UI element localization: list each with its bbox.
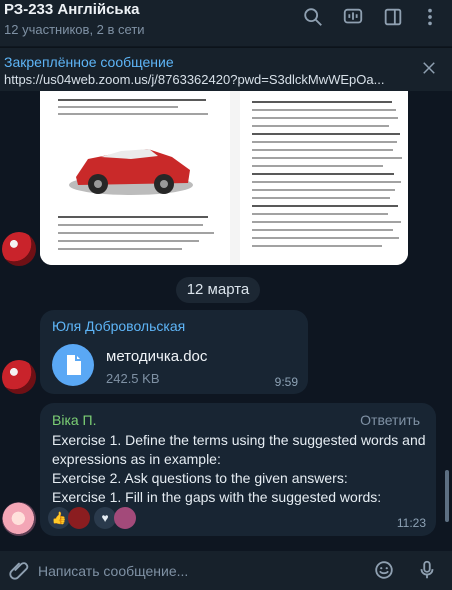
worksheet-preview-left [40, 91, 230, 265]
worksheet-preview-right [240, 91, 408, 265]
message-input[interactable] [36, 559, 360, 583]
chat-subtitle: 12 участников, 2 в сети [4, 22, 145, 37]
message-text-line: expressions as in example: [52, 451, 221, 467]
microphone-icon[interactable] [416, 559, 438, 581]
attachment-icon[interactable] [8, 559, 30, 581]
search-icon[interactable] [302, 6, 324, 28]
file-name[interactable]: методичка.doc [106, 348, 207, 365]
pinned-link[interactable]: https://us04web.zoom.us/j/8763362420?pwd… [4, 72, 402, 87]
more-icon[interactable] [419, 6, 441, 28]
pinned-title: Закреплённое сообщение [4, 54, 174, 70]
chat-scrollbar[interactable] [445, 470, 449, 522]
reaction-avatar[interactable] [68, 507, 90, 529]
sender-name[interactable]: Юля Добровольская [52, 318, 185, 334]
photo-attachment[interactable] [40, 91, 408, 265]
file-message-bubble[interactable]: Юля Добровольская методичка.doc 242.5 KB… [40, 310, 308, 394]
message-time: 11:23 [396, 516, 426, 530]
chat-title[interactable]: РЗ-233 Англійська [4, 1, 140, 18]
chat-header: РЗ-233 Англійська 12 участников, 2 в сет… [0, 0, 452, 46]
reply-button[interactable]: Ответить [360, 412, 420, 428]
car-image [69, 149, 193, 195]
reaction-avatar[interactable] [114, 507, 136, 529]
text-message-bubble[interactable]: Віка П. Ответить Exercise 1. Define the … [40, 403, 436, 536]
date-separator: 12 марта [176, 277, 260, 303]
file-size: 242.5 KB [106, 371, 160, 386]
emoji-icon[interactable] [373, 559, 395, 581]
reaction-heart[interactable]: ♥ [94, 507, 116, 529]
message-composer [0, 551, 452, 590]
sender-name[interactable]: Віка П. [52, 412, 97, 428]
file-icon[interactable] [52, 344, 94, 386]
live-stream-icon[interactable] [342, 6, 364, 28]
message-time: 9:59 [274, 375, 298, 389]
sidebar-icon[interactable] [382, 6, 404, 28]
message-text-line: Exercise 2. Ask questions to the given a… [52, 470, 348, 486]
pinned-message[interactable]: Закреплённое сообщение https://us04web.z… [0, 47, 452, 91]
avatar[interactable] [2, 232, 36, 266]
close-icon[interactable] [420, 59, 438, 77]
reaction-thumbs-up[interactable]: 👍 [48, 507, 70, 529]
avatar[interactable] [2, 502, 36, 536]
avatar[interactable] [2, 360, 36, 394]
message-text-line: Exercise 1. Fill in the gaps with the su… [52, 489, 382, 505]
message-text-line: Exercise 1. Define the terms using the s… [52, 432, 426, 448]
reaction-bar[interactable]: 👍 ♥ [48, 507, 144, 529]
